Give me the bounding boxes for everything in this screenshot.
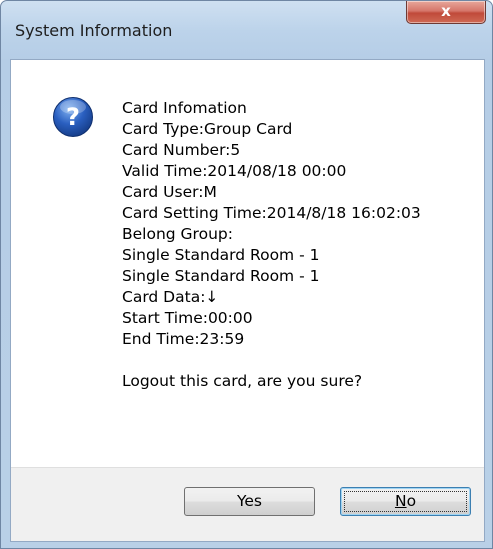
message-line: Card User:M <box>122 183 217 201</box>
message-line: Card Number:5 <box>122 141 241 159</box>
message-line: End Time:23:59 <box>122 330 245 348</box>
message-line: Single Standard Room - 1 <box>122 246 320 264</box>
yes-button[interactable]: Yes <box>184 487 315 516</box>
dialog-body: ? Card Infomation Card Type:Group Card C… <box>10 59 485 542</box>
yes-button-label: Yes <box>236 492 263 510</box>
focus-rectangle <box>344 491 467 512</box>
title-bar[interactable]: System Information x <box>1 1 492 59</box>
confirm-question: Logout this card, are you sure? <box>122 372 363 390</box>
close-icon: x <box>441 2 451 20</box>
message-line: Belong Group: <box>122 225 233 243</box>
message-line: Card Data:↓ <box>122 288 219 306</box>
svg-text:?: ? <box>66 103 80 131</box>
message-line: Card Type:Group Card <box>122 120 293 138</box>
no-button[interactable]: No <box>340 487 471 516</box>
close-button[interactable]: x <box>406 1 486 24</box>
message-line: Single Standard Room - 1 <box>122 267 320 285</box>
question-icon: ? <box>53 97 93 137</box>
message-line: Card Setting Time:2014/8/18 16:02:03 <box>122 204 421 222</box>
message-line: Start Time:00:00 <box>122 309 253 327</box>
window-title: System Information <box>15 21 173 40</box>
message-line: Card Infomation <box>122 99 247 117</box>
message-text: Card Infomation Card Type:Group Card Car… <box>122 98 421 392</box>
message-line: Valid Time:2014/08/18 00:00 <box>122 162 347 180</box>
system-information-dialog: System Information x ? Card Infomation C… <box>0 0 493 549</box>
